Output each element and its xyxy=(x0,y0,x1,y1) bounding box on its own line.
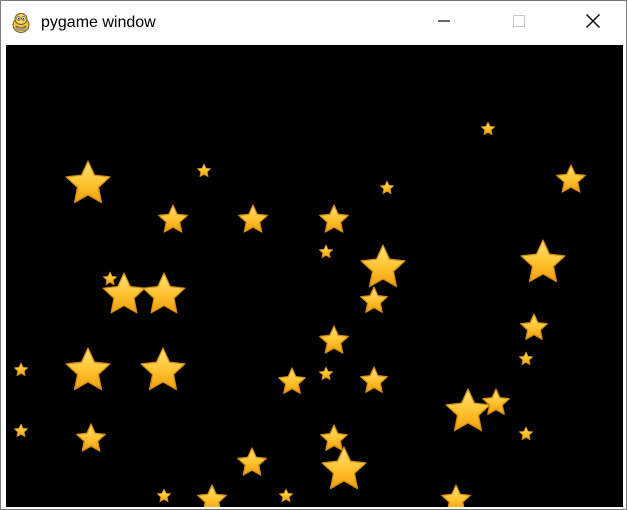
star-icon xyxy=(556,164,586,193)
star-icon xyxy=(360,244,406,288)
star-icon xyxy=(156,488,172,503)
star-icon xyxy=(319,204,349,233)
star-icon xyxy=(238,204,268,233)
title-bar[interactable]: pygame window xyxy=(1,1,626,45)
star-icon xyxy=(278,367,306,394)
star-field xyxy=(13,121,586,507)
star-icon xyxy=(142,272,186,314)
star-icon xyxy=(196,163,212,178)
star-icon xyxy=(318,366,334,381)
star-icon xyxy=(360,366,388,393)
star-icon xyxy=(480,121,496,136)
pygame-window: pygame window xyxy=(0,0,627,510)
star-icon xyxy=(13,362,29,377)
maximize-icon xyxy=(512,14,526,33)
star-icon xyxy=(318,244,334,259)
star-icon xyxy=(520,313,548,340)
star-icon xyxy=(321,446,367,490)
window-title: pygame window xyxy=(41,14,156,31)
star-icon xyxy=(102,271,118,286)
star-icon xyxy=(441,484,471,507)
minimize-icon xyxy=(437,14,451,33)
star-icon xyxy=(445,388,491,432)
star-icon xyxy=(140,347,186,391)
star-icon xyxy=(237,447,267,476)
star-icon xyxy=(13,423,29,438)
star-icon xyxy=(518,426,534,441)
star-icon xyxy=(360,286,388,313)
star-icon xyxy=(319,325,349,354)
close-icon xyxy=(585,13,601,34)
star-icon xyxy=(158,204,188,233)
star-icon xyxy=(76,423,106,452)
minimize-button[interactable] xyxy=(421,1,467,45)
game-canvas[interactable] xyxy=(6,45,623,507)
close-button[interactable] xyxy=(570,1,616,45)
maximize-button[interactable] xyxy=(496,1,542,45)
star-icon xyxy=(518,351,534,366)
star-icon xyxy=(520,239,566,283)
star-icon xyxy=(65,160,111,204)
pygame-snake-icon xyxy=(10,12,32,34)
star-icon xyxy=(65,347,111,391)
star-icon xyxy=(379,180,395,195)
star-icon xyxy=(320,424,348,451)
star-icon xyxy=(197,484,227,507)
star-icon xyxy=(278,488,294,503)
star-icon xyxy=(482,388,510,415)
